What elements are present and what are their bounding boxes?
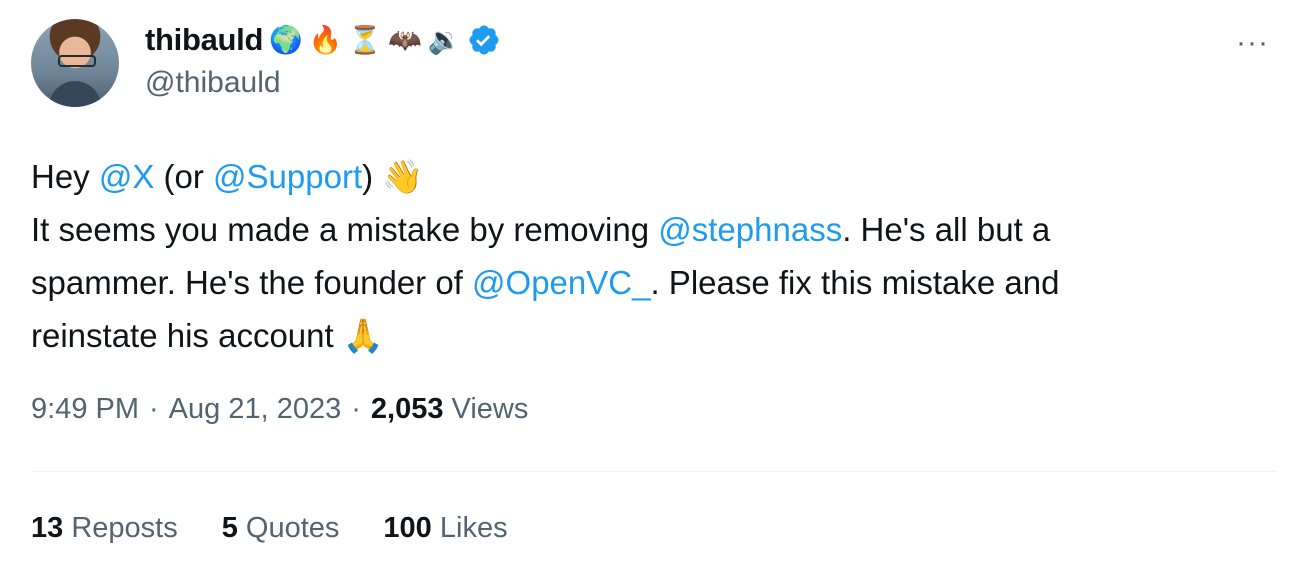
reposts-stat[interactable]: 13 Reposts [31, 512, 178, 545]
mention-link-stephnass[interactable]: @stephnass [658, 211, 842, 248]
author-name-row: thibauld 🌍 🔥 ⏳ 🦇 🔉 [145, 20, 501, 60]
text-span: It seems you made a mistake by removing [31, 211, 659, 248]
likes-label: Likes [439, 512, 508, 544]
tweet-text: Hey @X (or @Support) 👋 It seems you made… [31, 150, 1271, 362]
views-label: Views [451, 393, 529, 425]
likes-count: 100 [383, 512, 432, 544]
likes-stat[interactable]: 100 Likes [383, 512, 507, 545]
quotes-stat[interactable]: 5 Quotes [222, 512, 340, 545]
text-span: . Please fix this mistake and [650, 264, 1060, 301]
views[interactable]: 2,053 Views [371, 393, 528, 426]
tweet-date[interactable]: Aug 21, 2023 [169, 393, 342, 426]
tweet-line: reinstate his account 🙏 [31, 309, 1271, 362]
divider [31, 471, 1276, 472]
folded-hands-emoji-icon: 🙏 [342, 317, 384, 354]
verified-badge-icon[interactable] [467, 23, 501, 57]
avatar-glasses [58, 55, 96, 67]
author-handle[interactable]: @thibauld [145, 66, 281, 100]
text-span: . He's all but a [842, 211, 1051, 248]
text-span: Hey [31, 158, 99, 195]
tweet-meta: 9:49 PM · Aug 21, 2023 · 2,053 Views [31, 393, 528, 426]
more-options-button[interactable]: ··· [1236, 26, 1269, 60]
meta-separator: · [149, 393, 159, 425]
tweet-line: Hey @X (or @Support) 👋 [31, 150, 1271, 203]
text-span: (or [154, 158, 214, 195]
hourglass-emoji-icon: ⏳ [348, 24, 383, 56]
avatar[interactable] [31, 19, 119, 107]
quotes-count: 5 [221, 512, 238, 544]
reposts-count: 13 [31, 512, 64, 544]
text-span: reinstate his account [31, 317, 343, 354]
globe-emoji-icon: 🌍 [269, 24, 303, 56]
engagement-stats: 13 Reposts 5 Quotes 100 Likes [31, 512, 508, 545]
bat-emoji-icon: 🦇 [388, 24, 422, 56]
display-name[interactable]: thibauld [145, 22, 263, 58]
mention-link-openvc[interactable]: @OpenVC_ [472, 264, 650, 301]
speaker-emoji-icon: 🔉 [427, 24, 462, 56]
quotes-label: Quotes [245, 512, 340, 544]
mention-link-x[interactable]: @X [99, 158, 155, 195]
waving-hand-emoji-icon: 👋 [382, 158, 424, 195]
text-span: spammer. He's the founder of [31, 264, 473, 301]
fire-emoji-icon: 🔥 [308, 24, 343, 56]
reposts-label: Reposts [71, 512, 178, 544]
views-count: 2,053 [370, 393, 444, 425]
tweet-line: spammer. He's the founder of @OpenVC_. P… [31, 256, 1271, 309]
text-span: ) [362, 158, 383, 195]
tweet-time[interactable]: 9:49 PM [31, 393, 139, 426]
tweet-line: It seems you made a mistake by removing … [31, 203, 1271, 256]
avatar-shirt [49, 81, 101, 107]
meta-separator: · [351, 393, 361, 425]
mention-link-support[interactable]: @Support [213, 158, 362, 195]
